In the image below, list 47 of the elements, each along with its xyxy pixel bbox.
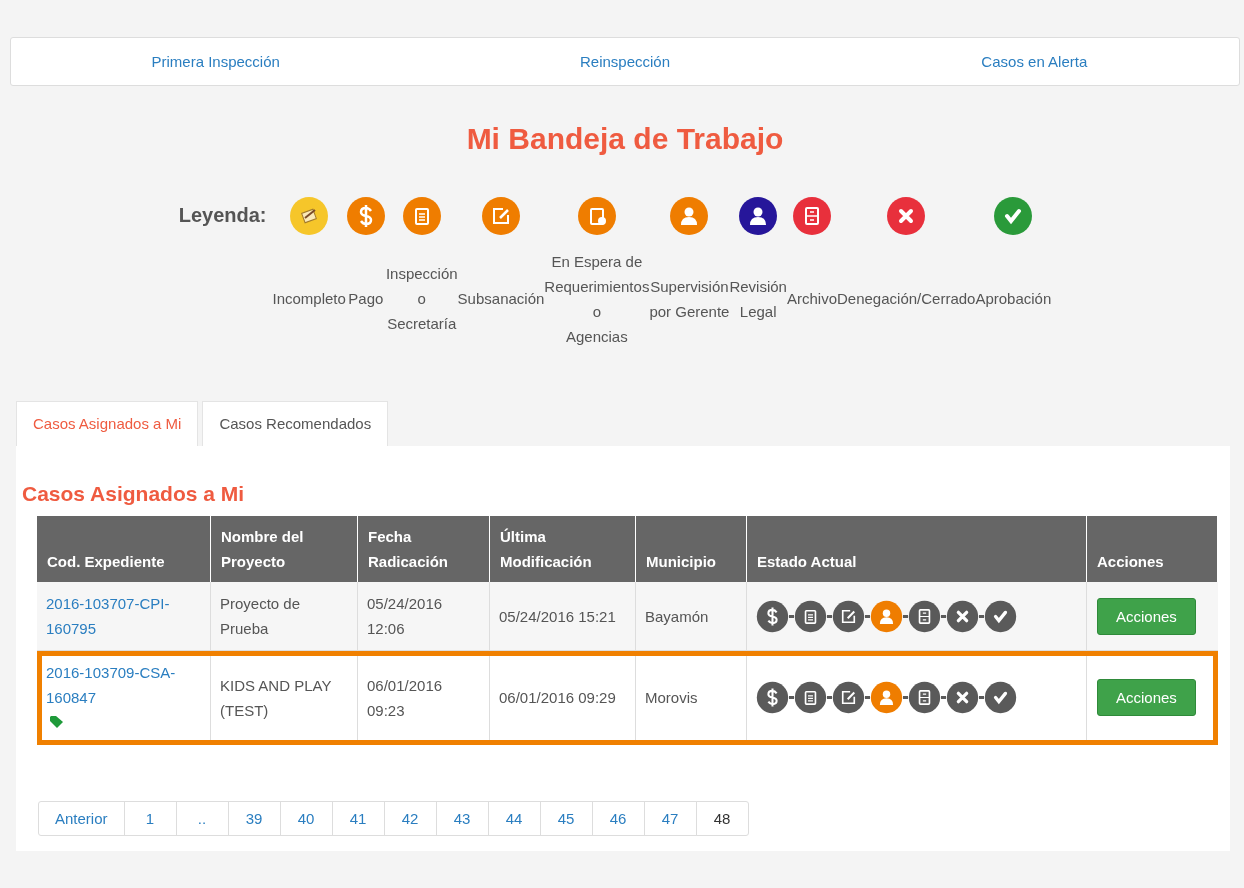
case-link[interactable]: 2016-103707-CPI-160795 xyxy=(46,591,186,641)
nav-link[interactable]: Primera Inspección xyxy=(11,53,421,70)
page-link[interactable]: 1 xyxy=(123,801,177,836)
column-header: Cod. Expediente xyxy=(37,516,211,582)
table-cell: Bayamón xyxy=(635,582,747,651)
legend-text: Denegación/Cerrado xyxy=(837,289,976,309)
page-link[interactable]: Anterior xyxy=(38,801,125,836)
column-header: Municipio xyxy=(635,516,747,582)
table-cell: 05/24/2016 12:06 xyxy=(357,582,490,651)
table-cell: Proyecto de Prueba xyxy=(210,582,358,651)
column-header: Estado Actual xyxy=(746,516,1087,582)
actions-button[interactable]: Acciones xyxy=(1097,679,1196,716)
legend-text: Revisión Legal xyxy=(729,276,787,322)
nav-link[interactable]: Reinspección xyxy=(420,53,830,70)
page-link[interactable]: 44 xyxy=(487,801,541,836)
page-link[interactable]: 48 xyxy=(695,801,749,836)
page-link[interactable]: 42 xyxy=(383,801,437,836)
page-link[interactable]: 45 xyxy=(539,801,593,836)
column-header: Última Modificación xyxy=(489,516,636,582)
tab[interactable]: Casos Asignados a Mi xyxy=(16,401,199,446)
column-header: Fecha Radicación xyxy=(357,516,490,582)
legend-text: Archivo xyxy=(786,289,837,309)
legend-text: Supervisión por Gerente xyxy=(649,276,730,322)
legend-text: Subsanación xyxy=(457,289,545,309)
page-link[interactable]: 43 xyxy=(435,801,489,836)
tag-icon xyxy=(50,716,64,728)
legend-text: En Espera de Requerimientos o Agencias xyxy=(544,251,650,347)
page-title: Mi Bandeja de Trabajo xyxy=(465,122,785,156)
actions-button[interactable]: Acciones xyxy=(1097,597,1196,635)
section-title: Casos Asignados a Mi xyxy=(22,482,246,506)
legend-text: Aprobación xyxy=(975,289,1052,309)
page-link[interactable]: .. xyxy=(175,801,229,836)
column-header: Nombre del Proyecto xyxy=(210,516,358,582)
page-link[interactable]: 40 xyxy=(279,801,333,836)
page-link[interactable]: 39 xyxy=(227,801,281,836)
legend-text: Pago xyxy=(348,289,384,309)
page-link[interactable]: 47 xyxy=(643,801,697,836)
column-header: Acciones xyxy=(1086,516,1218,582)
nav-link[interactable]: Casos en Alerta xyxy=(829,53,1239,70)
page-link[interactable]: 41 xyxy=(331,801,385,836)
legend-text: Inspección o Secretaría xyxy=(385,264,458,334)
case-link[interactable]: 2016-103709-CSA-160847 xyxy=(46,660,186,710)
legend-label: Leyenda: xyxy=(178,204,267,228)
page-link[interactable]: 46 xyxy=(591,801,645,836)
table-cell: 05/24/2016 15:21 xyxy=(489,582,636,651)
legend-text: Incompleto xyxy=(272,289,346,309)
tab[interactable]: Casos Recomendados xyxy=(202,401,389,446)
